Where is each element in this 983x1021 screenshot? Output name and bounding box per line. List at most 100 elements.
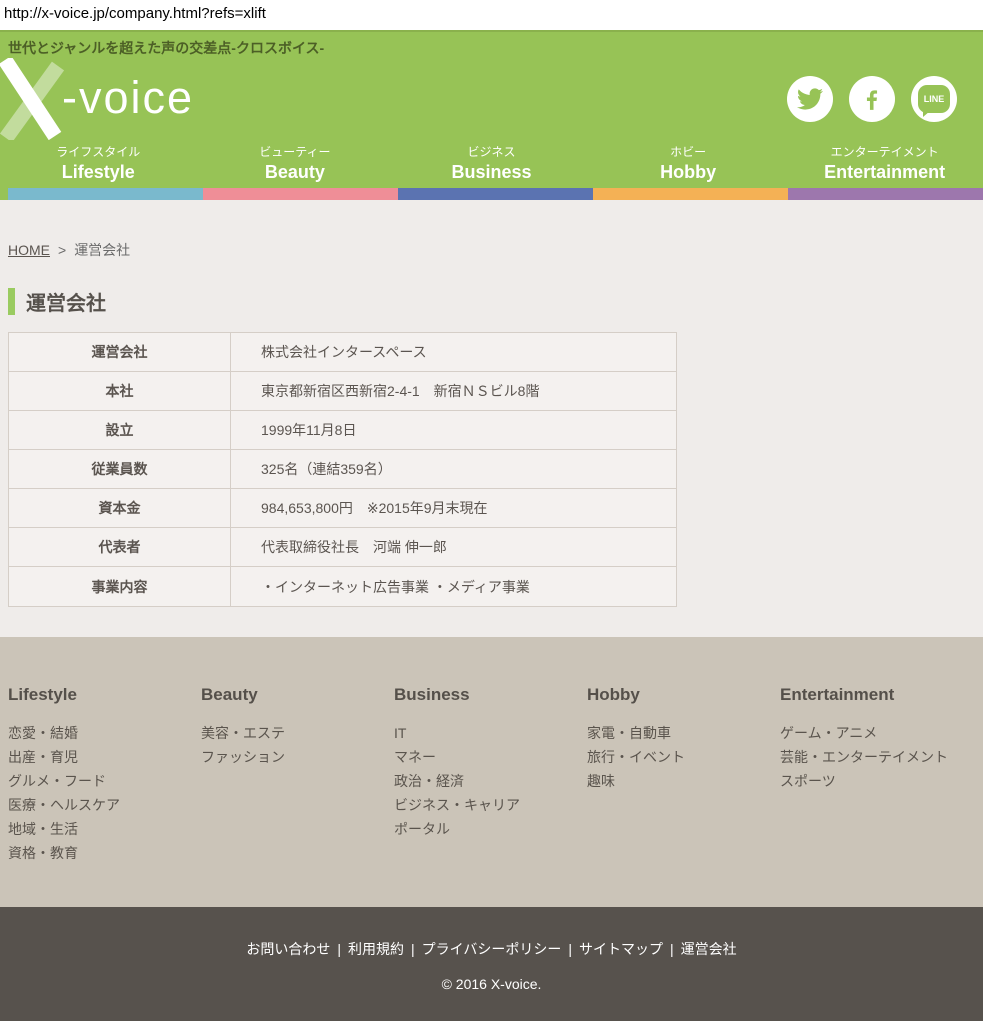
nav-label-jp: ビジネス [393, 143, 590, 161]
stripe-lifestyle [8, 188, 203, 200]
footer-column-title: Lifestyle [8, 685, 201, 705]
footer-link[interactable]: ビジネス・キャリア [394, 793, 587, 817]
table-row: 事業内容 ・インターネット広告事業 ・メディア事業 [9, 567, 676, 606]
link-separator: | [568, 941, 572, 957]
breadcrumb-current: 運営会社 [74, 242, 130, 258]
row-label: 代表者 [9, 528, 231, 566]
logo-text: -voice [62, 75, 194, 124]
row-value: 代表取締役社長 河端 伸一郎 [231, 528, 676, 566]
footer-link[interactable]: 家電・自動車 [587, 721, 780, 745]
row-value: 株式会社インタースペース [231, 333, 676, 371]
nav-label-jp: ホビー [590, 143, 787, 161]
footer-link[interactable]: 医療・ヘルスケア [8, 793, 201, 817]
table-row: 設立 1999年11月8日 [9, 411, 676, 450]
nav-item-business[interactable]: ビジネス Business [393, 140, 590, 188]
row-label: 従業員数 [9, 450, 231, 488]
footer-link[interactable]: 美容・エステ [201, 721, 394, 745]
nav-color-stripe [0, 188, 983, 200]
footer-link[interactable]: 芸能・エンターテイメント [780, 745, 973, 769]
footer-column-hobby: Hobby 家電・自動車 旅行・イベント 趣味 [587, 685, 780, 907]
site-header: 世代とジャンルを超えた声の交差点-クロスボイス- -voice [0, 30, 983, 200]
nav-label-en: Entertainment [786, 161, 983, 183]
copyright: © 2016 X-voice. [0, 976, 983, 992]
breadcrumb-home-link[interactable]: HOME [8, 242, 50, 258]
browser-url-bar[interactable]: http://x-voice.jp/company.html?refs=xlif… [0, 0, 983, 30]
footer-link[interactable]: 政治・経済 [394, 769, 587, 793]
table-row: 従業員数 325名（連結359名） [9, 450, 676, 489]
footer-column-entertainment: Entertainment ゲーム・アニメ 芸能・エンターテイメント スポーツ [780, 685, 973, 907]
row-label: 資本金 [9, 489, 231, 527]
stripe-entertainment [788, 188, 983, 200]
footer-column-title: Business [394, 685, 587, 705]
bottom-link-contact[interactable]: お問い合わせ [246, 941, 330, 957]
table-row: 本社 東京都新宿区西新宿2-4-1 新宿ＮＳビル8階 [9, 372, 676, 411]
footer-column-title: Hobby [587, 685, 780, 705]
site-logo[interactable]: -voice [0, 58, 194, 140]
facebook-icon [859, 86, 885, 112]
nav-item-hobby[interactable]: ホビー Hobby [590, 140, 787, 188]
breadcrumb: HOME > 運営会社 [8, 240, 983, 260]
footer-link[interactable]: 地域・生活 [8, 817, 201, 841]
nav-item-beauty[interactable]: ビューティー Beauty [197, 140, 394, 188]
link-separator: | [670, 941, 674, 957]
nav-item-lifestyle[interactable]: ライフスタイル Lifestyle [0, 140, 197, 188]
main-content: HOME > 運営会社 運営会社 運営会社 株式会社インタースペース 本社 東京都新… [0, 200, 983, 637]
logo-row: -voice LINE [0, 58, 983, 140]
footer-column-title: Entertainment [780, 685, 973, 705]
footer-link[interactable]: ファッション [201, 745, 394, 769]
footer-link[interactable]: 資格・教育 [8, 841, 201, 865]
footer-link[interactable]: 旅行・イベント [587, 745, 780, 769]
row-label: 運営会社 [9, 333, 231, 371]
row-label: 設立 [9, 411, 231, 449]
nav-label-en: Beauty [197, 161, 394, 183]
page-title: 運営会社 [26, 287, 106, 316]
page-title-accent-bar [8, 288, 15, 315]
site-tagline: 世代とジャンルを超えた声の交差点-クロスボイス- [0, 32, 983, 58]
footer-link[interactable]: ゲーム・アニメ [780, 721, 973, 745]
footer-column-lifestyle: Lifestyle 恋愛・結婚 出産・育児 グルメ・フード 医療・ヘルスケア 地… [8, 685, 201, 907]
footer-link[interactable]: 恋愛・結婚 [8, 721, 201, 745]
footer-link[interactable]: 趣味 [587, 769, 780, 793]
footer-link[interactable]: マネー [394, 745, 587, 769]
bottom-link-terms[interactable]: 利用規約 [348, 941, 404, 957]
logo-x-mark [0, 58, 66, 140]
row-value: 325名（連結359名） [231, 450, 676, 488]
main-nav: ライフスタイル Lifestyle ビューティー Beauty ビジネス Bus… [0, 140, 983, 188]
company-info-table: 運営会社 株式会社インタースペース 本社 東京都新宿区西新宿2-4-1 新宿ＮＳ… [8, 332, 677, 607]
twitter-icon [797, 86, 823, 112]
footer-link[interactable]: IT [394, 721, 587, 745]
page-title-row: 運営会社 [8, 287, 983, 316]
nav-label-en: Hobby [590, 161, 787, 183]
row-value: 東京都新宿区西新宿2-4-1 新宿ＮＳビル8階 [231, 372, 676, 410]
bottom-link-privacy[interactable]: プライバシーポリシー [422, 941, 562, 957]
facebook-button[interactable] [849, 76, 895, 122]
row-label: 本社 [9, 372, 231, 410]
stripe-beauty [203, 188, 398, 200]
line-button[interactable]: LINE [911, 76, 957, 122]
footer-column-title: Beauty [201, 685, 394, 705]
social-links: LINE [787, 76, 957, 122]
line-icon-label: LINE [924, 94, 945, 104]
stripe-business [398, 188, 593, 200]
bottom-link-sitemap[interactable]: サイトマップ [579, 941, 663, 957]
bottom-bar: お問い合わせ|利用規約|プライバシーポリシー|サイトマップ|運営会社 © 201… [0, 907, 983, 1021]
row-value: 984,653,800円 ※2015年9月末現在 [231, 489, 676, 527]
bottom-links: お問い合わせ|利用規約|プライバシーポリシー|サイトマップ|運営会社 [0, 939, 983, 959]
footer-column-beauty: Beauty 美容・エステ ファッション [201, 685, 394, 907]
footer-link[interactable]: 出産・育児 [8, 745, 201, 769]
nav-label-jp: エンターテイメント [786, 143, 983, 161]
twitter-button[interactable] [787, 76, 833, 122]
table-row: 代表者 代表取締役社長 河端 伸一郎 [9, 528, 676, 567]
nav-label-jp: ライフスタイル [0, 143, 197, 161]
footer-link[interactable]: ポータル [394, 817, 587, 841]
bottom-link-company[interactable]: 運営会社 [681, 941, 737, 957]
row-value: ・インターネット広告事業 ・メディア事業 [231, 567, 676, 606]
nav-label-en: Business [393, 161, 590, 183]
breadcrumb-separator: > [58, 242, 66, 258]
footer-link[interactable]: グルメ・フード [8, 769, 201, 793]
footer-link[interactable]: スポーツ [780, 769, 973, 793]
nav-item-entertainment[interactable]: エンターテイメント Entertainment [786, 140, 983, 188]
table-row: 資本金 984,653,800円 ※2015年9月末現在 [9, 489, 676, 528]
nav-label-en: Lifestyle [0, 161, 197, 183]
row-label: 事業内容 [9, 567, 231, 606]
